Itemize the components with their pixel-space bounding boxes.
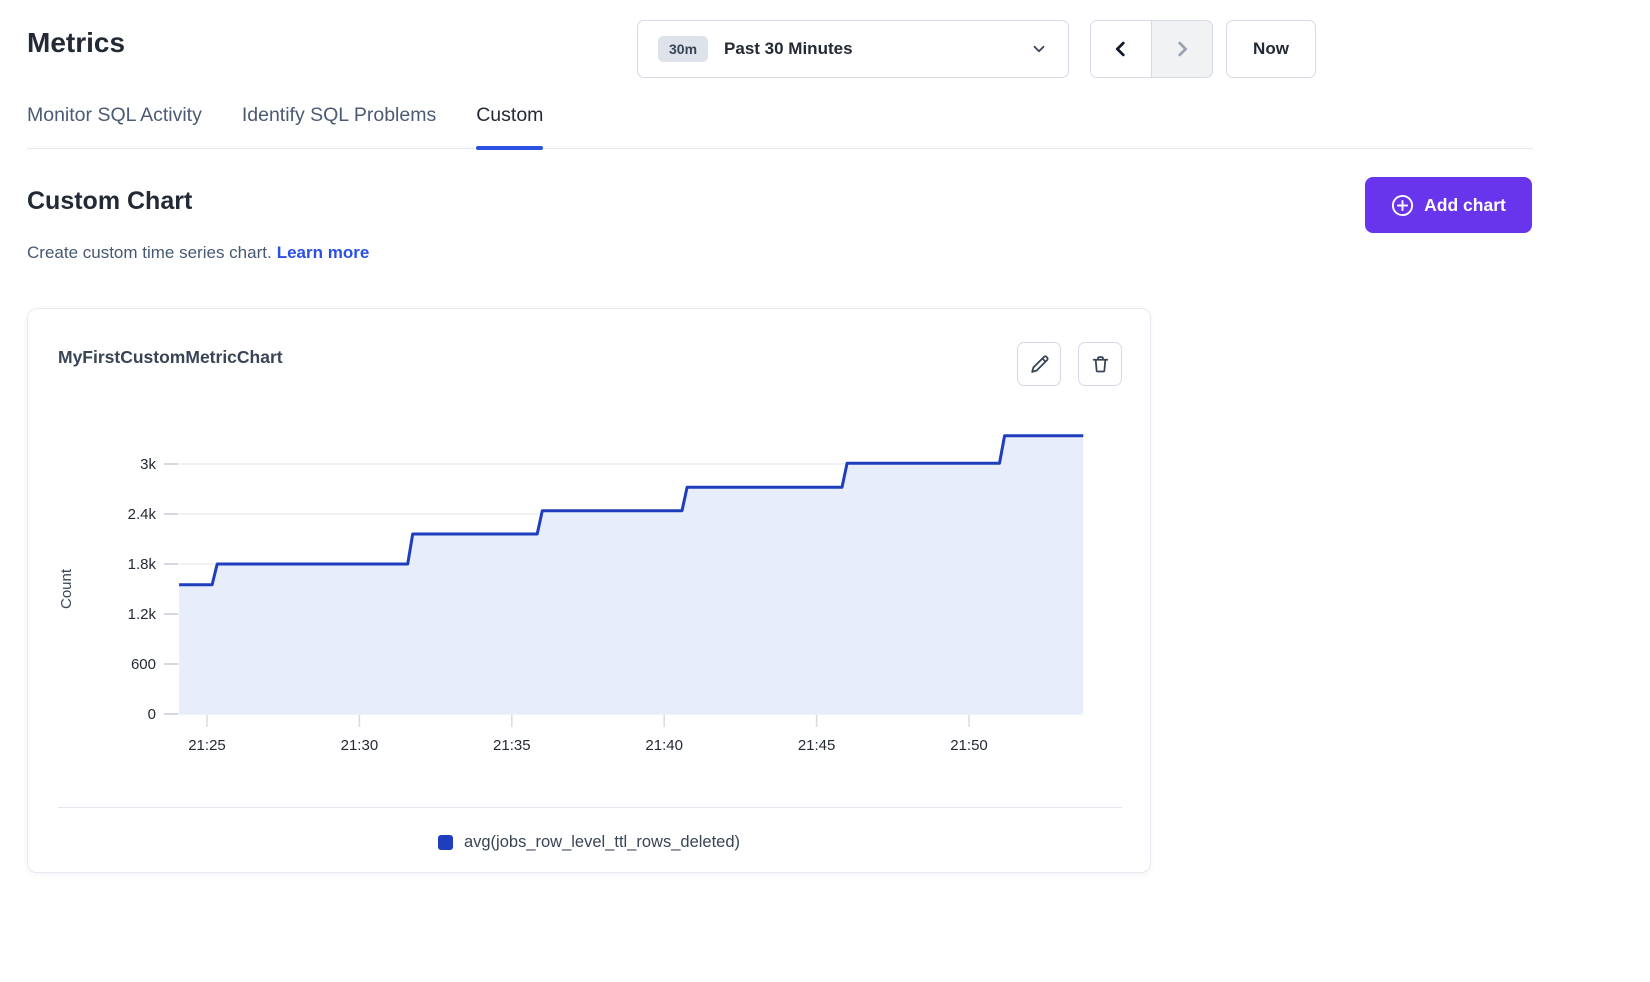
- add-chart-label: Add chart: [1424, 195, 1506, 216]
- svg-text:21:30: 21:30: [341, 737, 379, 754]
- add-chart-button[interactable]: Add chart: [1365, 177, 1532, 233]
- pencil-icon: [1029, 354, 1050, 375]
- svg-text:2.4k: 2.4k: [128, 506, 157, 523]
- legend-series-label: avg(jobs_row_level_ttl_rows_deleted): [464, 833, 740, 852]
- tab-identify-sql-problems[interactable]: Identify SQL Problems: [242, 104, 436, 148]
- chevron-down-icon: [1030, 40, 1048, 58]
- time-series-chart: 0 600 1.2k 1.8k 2.4k 3k 21:25 21:30 21:35 21:40 21…: [28, 409, 1152, 769]
- tab-monitor-sql-activity[interactable]: Monitor SQL Activity: [27, 104, 202, 148]
- svg-text:21:50: 21:50: [950, 737, 988, 754]
- time-range-picker[interactable]: 30m Past 30 Minutes: [637, 20, 1069, 78]
- section-title: Custom Chart: [27, 187, 192, 216]
- chevron-right-icon: [1171, 38, 1193, 60]
- svg-text:1.2k: 1.2k: [128, 606, 157, 623]
- svg-text:0: 0: [148, 706, 156, 723]
- legend-divider: [58, 807, 1122, 808]
- time-range-badge: 30m: [658, 36, 708, 62]
- svg-text:21:45: 21:45: [798, 737, 836, 754]
- tab-custom[interactable]: Custom: [476, 104, 543, 148]
- svg-text:1.8k: 1.8k: [128, 556, 157, 573]
- next-time-button-disabled: [1152, 21, 1212, 77]
- page-title: Metrics: [27, 27, 125, 59]
- section-description-text: Create custom time series chart.: [27, 243, 272, 262]
- time-range-label: Past 30 Minutes: [724, 39, 1014, 59]
- chart-legend: avg(jobs_row_level_ttl_rows_deleted): [28, 833, 1150, 852]
- svg-text:21:35: 21:35: [493, 737, 531, 754]
- legend-swatch: [438, 835, 453, 850]
- svg-text:21:25: 21:25: [188, 737, 226, 754]
- learn-more-link[interactable]: Learn more: [277, 243, 370, 262]
- now-button[interactable]: Now: [1226, 20, 1316, 78]
- plus-circle-icon: [1391, 194, 1414, 217]
- chevron-left-icon: [1110, 38, 1132, 60]
- section-description: Create custom time series chart. Learn mo…: [27, 243, 369, 263]
- chart-title: MyFirstCustomMetricChart: [58, 347, 283, 368]
- svg-text:600: 600: [131, 656, 156, 673]
- delete-chart-button[interactable]: [1078, 342, 1122, 386]
- svg-text:Count: Count: [58, 568, 75, 609]
- tab-bar: Monitor SQL Activity Identify SQL Proble…: [27, 104, 1533, 149]
- chart-card: MyFirstCustomMetricChart 0 600 1.2k 1.8k 2.4…: [27, 308, 1151, 873]
- svg-text:21:40: 21:40: [645, 737, 683, 754]
- time-nav-group: [1090, 20, 1213, 78]
- svg-text:3k: 3k: [140, 456, 156, 473]
- trash-icon: [1090, 354, 1111, 375]
- edit-chart-button[interactable]: [1017, 342, 1061, 386]
- prev-time-button[interactable]: [1091, 21, 1152, 77]
